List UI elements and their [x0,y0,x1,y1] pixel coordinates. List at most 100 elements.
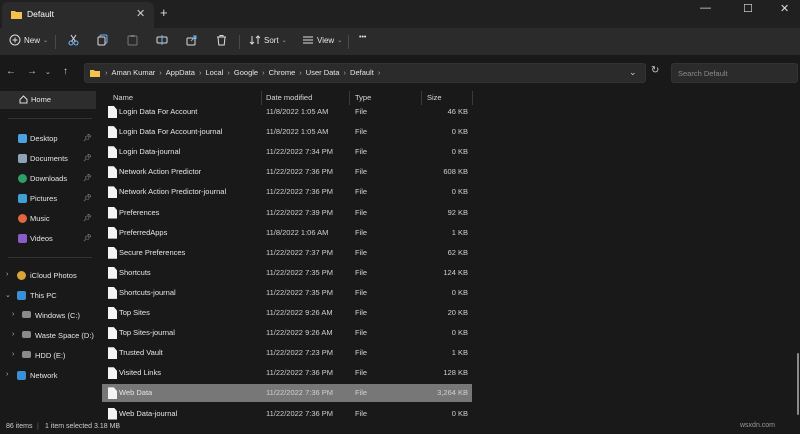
sidebar-item-this-pc[interactable]: ⌄ This PC [0,286,96,304]
new-button[interactable]: New ⌄ [9,34,48,46]
file-row[interactable]: Shortcuts 11/22/2022 7:35 PM File 124 KB [102,264,472,282]
vertical-scrollbar[interactable] [797,353,799,415]
sidebar-item-documents[interactable]: Documents 📌︎ [0,149,96,167]
file-row[interactable]: Login Data-journal 11/22/2022 7:34 PM File… [102,143,472,161]
home-icon [19,95,28,104]
column-header-name[interactable]: Name [113,93,133,102]
chevron-right-icon[interactable]: › [6,371,8,378]
breadcrumb-item[interactable]: Local [205,68,223,77]
breadcrumb-separator-icon[interactable]: › [299,68,302,77]
sidebar-item-label: Waste Space (D:) [35,331,94,340]
watermark: wsxdn.com [740,422,776,429]
file-icon [108,286,117,299]
breadcrumb-separator-icon[interactable]: › [199,68,202,77]
sidebar-item-hdd-e[interactable]: › HDD (E:) [0,346,96,364]
chevron-right-icon[interactable]: › [12,331,14,338]
back-icon[interactable]: ← [6,66,16,77]
file-size: 1 KB [451,348,468,358]
column-header-date[interactable]: Date modified [266,93,312,102]
file-row[interactable]: Preferences 11/22/2022 7:39 PM File 92 KB [102,204,472,222]
sidebar-item-music[interactable]: Music 📌︎ [0,209,96,227]
chevron-right-icon[interactable]: › [6,271,8,278]
sidebar-item-downloads[interactable]: Downloads 📌︎ [0,169,96,187]
column-header-type[interactable]: Type [355,93,371,102]
drive-icon [22,311,31,318]
file-size: 20 KB [447,308,468,317]
sort-button[interactable]: Sort ⌄ [249,34,287,46]
breadcrumb-item[interactable]: Default [350,68,374,77]
file-row[interactable]: Web Data 11/22/2022 7:36 PM File 3,264 KB [102,384,472,403]
breadcrumb-separator-icon[interactable]: › [378,68,381,77]
file-row[interactable]: Network Action Predictor 11/22/2022 7:36 … [102,163,472,181]
chevron-down-icon[interactable]: ⌄ [5,291,11,299]
file-icon [108,146,117,159]
breadcrumb-item[interactable]: Chrome [269,68,296,77]
paste-button[interactable] [127,34,138,46]
sidebar-item-label: Downloads [30,174,68,183]
address-bar[interactable]: › Aman Kumar › AppData › Local › Google › Chrome ›… [84,63,646,83]
sidebar-item-label: Windows (C:) [35,311,81,320]
file-row[interactable]: Top Sites 11/22/2022 9:26 AM File 20 KB [102,304,472,322]
chevron-right-icon[interactable]: › [12,351,14,358]
forward-icon[interactable]: → [27,66,37,77]
file-row[interactable]: Trusted Vault 11/22/2022 7:23 PM File 1 KB [102,344,472,362]
tab-close-icon[interactable]: ✕ [136,7,145,20]
file-row[interactable]: Secure Preferences 11/22/2022 7:37 PM File… [102,244,472,262]
recent-chevron-icon[interactable]: ⌄ [45,68,51,76]
breadcrumb-separator-icon[interactable]: › [105,68,108,77]
file-row[interactable]: Visited Links 11/22/2022 7:36 PM File 128 K… [102,364,472,382]
chevron-right-icon[interactable]: › [12,311,14,318]
breadcrumb-separator-icon[interactable]: › [159,68,162,77]
file-name: PreferredApps [119,227,168,237]
file-row[interactable]: PreferredApps 11/8/2022 1:06 AM File 1 KB [102,224,472,242]
sort-label: Sort [264,35,279,45]
share-button[interactable] [186,34,198,46]
file-name: Network Action Predictor [119,167,202,177]
minimize-button[interactable]: — [700,2,711,14]
file-row[interactable]: Network Action Predictor-journal 11/22/20… [102,183,472,201]
breadcrumb-separator-icon[interactable]: › [227,68,230,77]
breadcrumb-separator-icon[interactable]: › [262,68,265,77]
file-icon [108,206,117,219]
title-bar: Default ✕ + — ☐ ✕ [0,0,800,28]
maximize-button[interactable]: ☐ [743,2,753,15]
rename-button[interactable] [156,34,168,46]
file-type: File [355,127,368,137]
sidebar-item-windows-c[interactable]: › Windows (C:) [0,306,96,324]
delete-button[interactable] [216,34,227,46]
new-tab-button[interactable]: + [160,5,168,20]
file-row[interactable]: Top Sites-journal 11/22/2022 9:26 AM File 0… [102,324,472,342]
sidebar-item-network[interactable]: › Network [0,366,96,384]
copy-button[interactable] [97,34,108,46]
more-options-button[interactable]: ••• [359,34,366,41]
file-row[interactable]: Shortcuts-journal 11/22/2022 7:35 PM File 0… [102,284,472,302]
sidebar-item-waste-space-d[interactable]: › Waste Space (D:) [0,326,96,344]
view-button[interactable]: View ⌄ [302,34,342,46]
sidebar-item-pictures[interactable]: Pictures 📌︎ [0,189,96,207]
up-icon[interactable]: ↑ [63,66,68,77]
breadcrumb-item[interactable]: AppData [166,68,195,77]
item-count: 86 items [6,423,33,430]
sidebar-item-icloud-photos[interactable]: › iCloud Photos [0,266,96,284]
breadcrumb-item[interactable]: Aman Kumar [112,68,156,77]
sidebar-item-label: This PC [30,291,57,300]
sidebar-item-desktop[interactable]: Desktop 📌︎ [0,129,96,147]
column-header-size[interactable]: Size [427,93,442,102]
file-row[interactable]: Login Data For Account-journal 11/8/2022 … [102,123,472,141]
tab-default[interactable]: Default ✕ [2,2,154,28]
file-size: 46 KB [447,107,468,116]
address-dropdown-icon[interactable]: ⌄ [629,67,637,78]
breadcrumb-separator-icon[interactable]: › [344,68,347,77]
cut-button[interactable] [68,34,79,46]
file-row[interactable]: Login Data For Account 11/8/2022 1:05 AM F… [102,103,472,121]
close-window-button[interactable]: ✕ [780,2,789,15]
sidebar-item-home[interactable]: Home [0,91,96,109]
sidebar-item-videos[interactable]: Videos 📌︎ [0,229,96,247]
breadcrumb-item[interactable]: User Data [306,68,340,77]
file-row[interactable]: Web Data-journal 11/22/2022 7:36 PM File 0 … [102,405,472,421]
breadcrumb-item[interactable]: Google [234,68,258,77]
search-input[interactable]: Search Default [671,63,798,83]
refresh-icon[interactable]: ↻ [651,65,659,76]
file-name: Login Data-journal [119,147,181,157]
column-divider[interactable] [472,91,473,105]
